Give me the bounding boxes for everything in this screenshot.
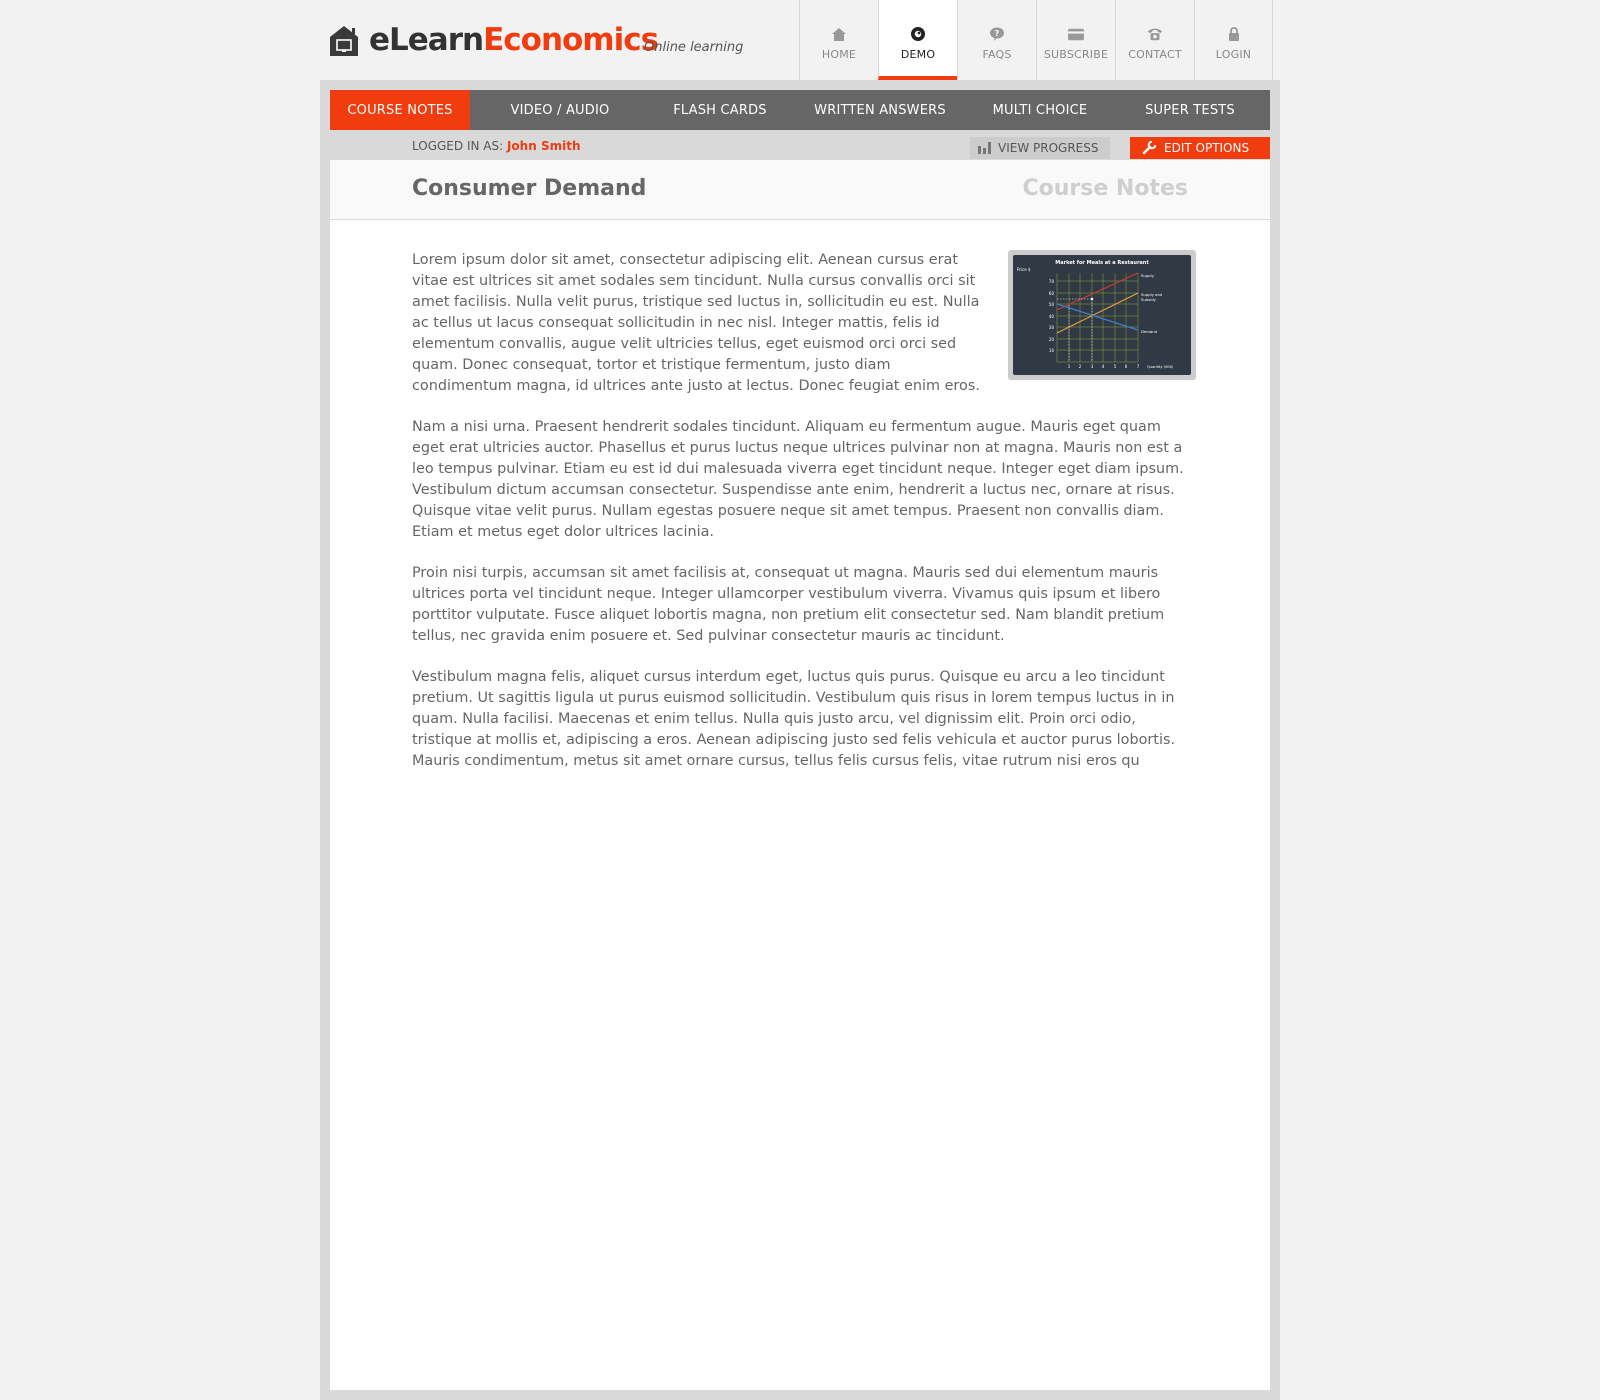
- svg-text:?: ?: [995, 29, 1000, 38]
- chart-xlabel: Quantity (000): [1147, 365, 1174, 369]
- main-content: Market for Meals at a Restaurant Price $: [330, 220, 1270, 1390]
- x-tick: 6: [1125, 364, 1128, 369]
- market-chart-image: Market for Meals at a Restaurant Price $: [1017, 260, 1174, 369]
- y-tick: 60: [1049, 291, 1055, 296]
- y-tick: 40: [1049, 314, 1055, 319]
- subsidy-label-b: Subsidy: [1141, 297, 1157, 302]
- top-navigation: HOME DEMO ? FAQS SUBSCRIBE CONTACT LOGIN: [799, 0, 1273, 80]
- section-label: Course Notes: [1022, 176, 1188, 201]
- chart-ylabel: Price $: [1017, 267, 1031, 272]
- nav-login[interactable]: LOGIN: [1194, 0, 1273, 80]
- brand-part-b: Economics: [483, 22, 659, 58]
- edit-options-label: EDIT OPTIONS: [1164, 141, 1250, 155]
- tab-course-notes[interactable]: COURSE NOTES: [330, 90, 470, 130]
- nav-home[interactable]: HOME: [799, 0, 878, 80]
- view-progress-label: VIEW PROGRESS: [998, 141, 1099, 155]
- tab-multi-choice[interactable]: MULTI CHOICE: [970, 90, 1110, 130]
- tab-super-tests[interactable]: SUPER TESTS: [1110, 90, 1270, 130]
- x-tick: 3: [1091, 364, 1094, 369]
- logged-in-status: LOGGED IN AS: John Smith: [412, 139, 580, 153]
- chart-title: Market for Meals at a Restaurant: [1055, 260, 1149, 266]
- wrench-icon: [1142, 141, 1156, 155]
- nav-login-label: LOGIN: [1215, 48, 1252, 61]
- nav-contact[interactable]: CONTACT: [1115, 0, 1194, 80]
- logo-wordmark[interactable]: eLearnEconomics: [369, 22, 659, 58]
- y-tick: 70: [1049, 279, 1055, 284]
- nav-home-label: HOME: [821, 48, 857, 61]
- tab-flash-cards[interactable]: FLASH CARDS: [650, 90, 790, 130]
- faq-icon: ?: [989, 26, 1005, 42]
- x-tick: 7: [1137, 364, 1140, 369]
- paragraph: Vestibulum magna felis, aliquet cursus i…: [412, 669, 1176, 769]
- nav-contact-label: CONTACT: [1128, 48, 1182, 61]
- tab-video-audio[interactable]: VIDEO / AUDIO: [470, 90, 650, 130]
- card-icon: [1068, 26, 1084, 42]
- demo-icon: [910, 26, 926, 42]
- nav-subscribe[interactable]: SUBSCRIBE: [1036, 0, 1115, 80]
- x-tick: 5: [1114, 364, 1117, 369]
- home-icon: [831, 26, 847, 42]
- nav-faqs-label: FAQS: [982, 48, 1012, 61]
- demand-label: Demand: [1141, 329, 1158, 334]
- paragraph: Proin nisi turpis, accumsan sit amet fac…: [412, 565, 1165, 644]
- course-tabs: COURSE NOTES VIDEO / AUDIO FLASH CARDS W…: [330, 90, 1270, 130]
- article-body: Market for Meals at a Restaurant Price $: [412, 250, 1196, 792]
- nav-faqs[interactable]: ? FAQS: [957, 0, 1036, 80]
- tab-written-answers[interactable]: WRITTEN ANSWERS: [790, 90, 970, 130]
- user-bar: LOGGED IN AS: John Smith VIEW PROGRESS E…: [330, 130, 1270, 160]
- paragraph: Nam a nisi urna. Praesent hendrerit soda…: [412, 419, 1184, 540]
- tagline: Online learning: [644, 40, 744, 55]
- y-tick: 20: [1049, 337, 1055, 342]
- logged-in-prefix: LOGGED IN AS:: [412, 139, 504, 153]
- nav-demo-label: DEMO: [900, 48, 936, 61]
- title-bar: Consumer Demand Course Notes: [330, 160, 1270, 220]
- y-tick: 30: [1049, 325, 1055, 330]
- phone-icon: [1147, 26, 1163, 42]
- x-tick: 2: [1079, 364, 1082, 369]
- y-tick: 10: [1049, 348, 1055, 353]
- edit-options-button[interactable]: EDIT OPTIONS: [1130, 137, 1270, 159]
- brand-part-a: eLearn: [369, 22, 484, 58]
- x-tick: 1: [1068, 364, 1071, 369]
- user-name-link[interactable]: John Smith: [507, 139, 581, 153]
- y-tick: 50: [1049, 302, 1055, 307]
- nav-subscribe-label: SUBSCRIBE: [1043, 48, 1109, 61]
- supply-label: Supply: [1141, 273, 1155, 278]
- view-progress-button[interactable]: VIEW PROGRESS: [970, 137, 1110, 159]
- x-tick: 4: [1102, 364, 1105, 369]
- bar-chart-icon: [978, 142, 991, 154]
- nav-demo[interactable]: DEMO: [878, 0, 957, 80]
- lock-icon: [1226, 26, 1242, 42]
- chart-thumbnail[interactable]: Market for Meals at a Restaurant Price $: [1008, 250, 1196, 380]
- page-title: Consumer Demand: [412, 176, 647, 201]
- logo-house-icon: [330, 26, 358, 56]
